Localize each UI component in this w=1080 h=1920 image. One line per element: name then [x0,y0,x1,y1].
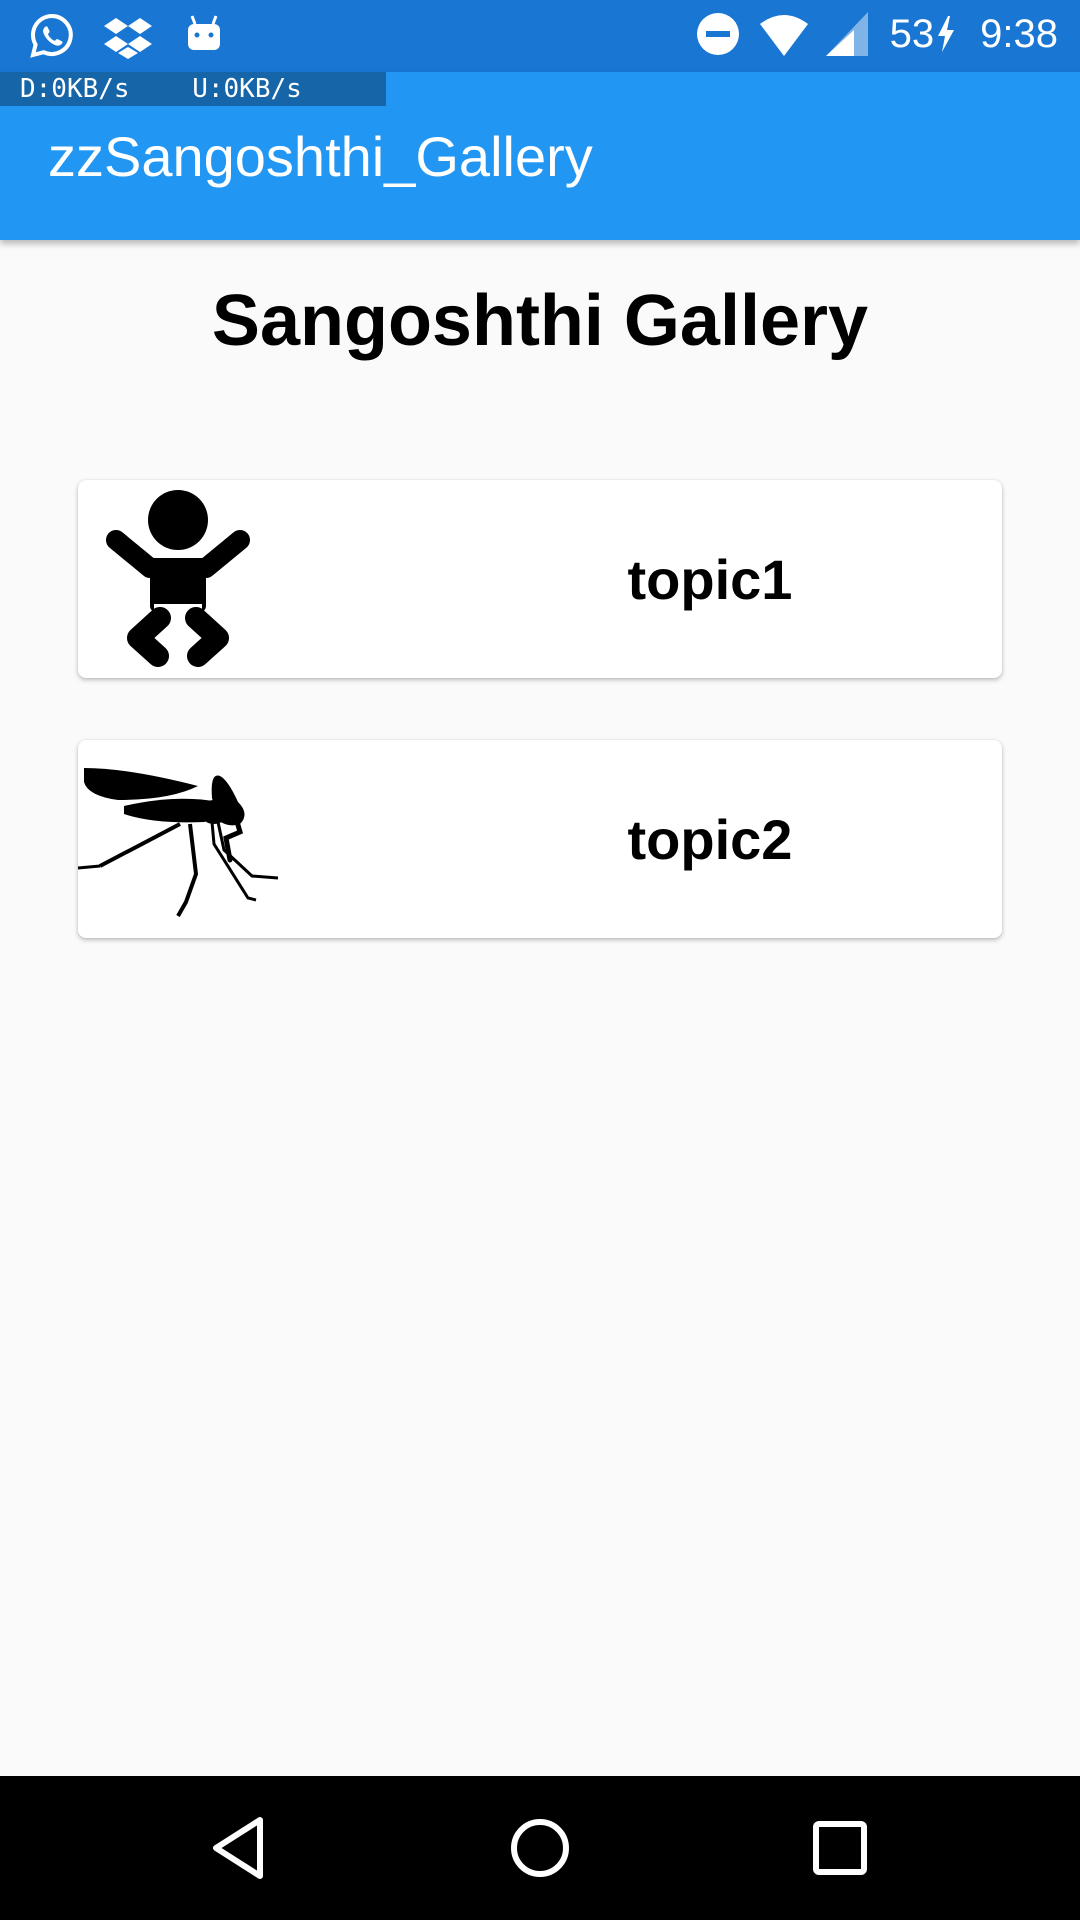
notification-icons [26,10,230,62]
cell-signal-icon [825,12,868,56]
battery-level: 53 [889,11,935,56]
do-not-disturb-icon [696,13,739,55]
download-speed: D:0KB/s [20,74,130,104]
status-bar: 53 9:38 [0,0,1080,72]
page-title: Sangoshthi Gallery [211,281,869,361]
whatsapp-icon [30,13,73,58]
system-status: 53 9:38 [692,8,1058,60]
recents-icon[interactable] [800,1808,880,1888]
net-speed-indicator: D:0KB/s U:0KB/s [0,72,386,106]
topic-label-2: topic2 [627,807,793,871]
navigation-bar [0,1776,1080,1920]
android-icon [188,15,220,50]
mosquito-icon [78,768,279,917]
topic-card-2[interactable]: topic2 [78,740,1002,938]
charging-icon [938,16,955,52]
app-title: zzSangoshthi_Gallery [48,125,593,188]
upload-speed: U:0KB/s [192,74,302,104]
back-icon[interactable] [200,1808,280,1888]
topic-label-1: topic1 [627,547,793,611]
dropbox-icon [104,18,152,59]
baby-icon [106,490,250,667]
home-icon[interactable] [500,1808,580,1888]
wifi-icon [759,15,808,56]
topic-card-1[interactable]: topic1 [78,480,1002,678]
clock: 9:38 [980,11,1058,56]
